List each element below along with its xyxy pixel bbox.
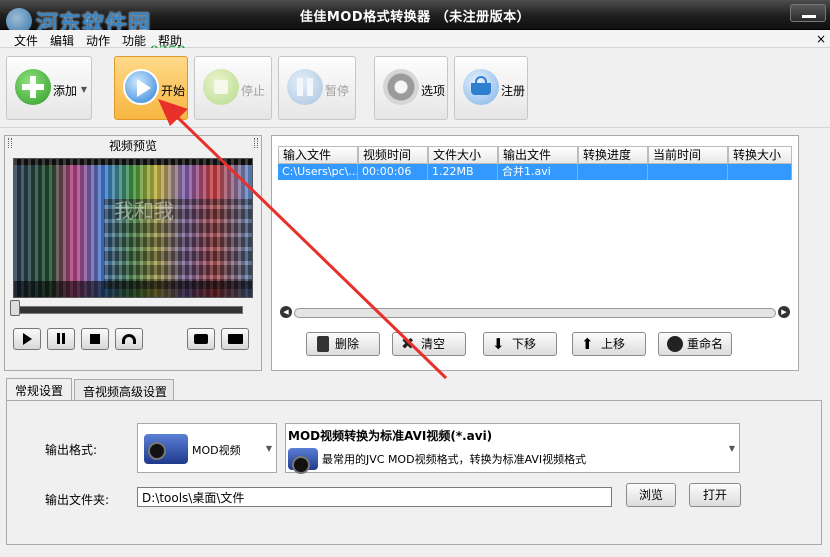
preview-title: 视频预览	[108, 139, 157, 153]
play-button[interactable]	[13, 328, 41, 350]
menu-edit[interactable]: 编辑	[50, 32, 74, 49]
column-current-time[interactable]: 当前时间	[648, 146, 728, 164]
arrow-up-icon: ⬆	[581, 335, 594, 353]
pause-icon	[287, 69, 323, 105]
add-plus-icon	[15, 69, 51, 105]
pause-button[interactable]: 暂停	[278, 56, 356, 120]
table-row[interactable]: C:\Users\pc\... 00:00:06 1.22MB 合并1.avi	[278, 164, 792, 180]
column-video-time[interactable]: 视频时间	[358, 146, 428, 164]
move-up-button[interactable]: ⬆ 上移	[572, 332, 646, 356]
cell-current-time	[648, 164, 728, 180]
open-button[interactable]: 打开	[689, 483, 741, 507]
volume-button[interactable]	[115, 328, 143, 350]
output-format-label: 输出格式:	[45, 443, 98, 457]
play-icon	[22, 333, 32, 345]
format-detail-dropdown-icon[interactable]: ▼	[729, 444, 735, 453]
horizontal-scrollbar[interactable]: ◀ ▶	[280, 306, 790, 320]
format-detail-select[interactable]: MOD视频转换为标准AVI视频(*.avi) 最常用的JVC MOD视频格式，转…	[285, 423, 740, 474]
rename-button-label: 重命名	[687, 337, 724, 351]
cell-video-time: 00:00:06	[358, 164, 428, 180]
tab-advanced-av-settings[interactable]: 音视频高级设置	[74, 379, 174, 401]
column-converted-size[interactable]: 转换大小	[728, 146, 792, 164]
minimize-button[interactable]	[790, 4, 826, 22]
snapshot-button[interactable]	[187, 328, 215, 350]
play-icon	[123, 69, 159, 105]
move-down-button[interactable]: ⬇ 下移	[483, 332, 557, 356]
browse-button[interactable]: 浏览	[626, 483, 676, 507]
scroll-left-icon[interactable]: ◀	[280, 306, 292, 318]
cell-file-size: 1.22MB	[428, 164, 498, 180]
column-file-size[interactable]: 文件大小	[428, 146, 498, 164]
options-button-label: 选项	[421, 84, 446, 98]
pause-icon	[57, 333, 65, 344]
camcorder-small-icon	[288, 448, 318, 474]
column-input-file[interactable]: 输入文件	[278, 146, 358, 164]
arrow-down-icon: ⬇	[492, 335, 505, 353]
options-button[interactable]: 选项	[374, 56, 448, 120]
rename-icon	[667, 336, 683, 352]
video-preview: 我和我	[13, 158, 253, 298]
seek-bar[interactable]	[13, 306, 243, 314]
folder-icon	[227, 334, 243, 344]
stop-icon	[90, 334, 100, 344]
scroll-right-icon[interactable]: ▶	[778, 306, 790, 318]
stop-button[interactable]: 停止	[194, 56, 272, 120]
stop-media-button[interactable]	[81, 328, 109, 350]
file-list-panel: 输入文件 视频时间 文件大小 输出文件 转换进度 当前时间 转换大小 C:\Us…	[271, 135, 799, 371]
add-button[interactable]: 添加 ▼	[6, 56, 92, 120]
camcorder-icon	[144, 434, 188, 464]
clear-button-label: 清空	[421, 337, 446, 351]
stop-button-label: 停止	[241, 84, 266, 98]
register-button-label: 注册	[501, 84, 526, 98]
scroll-track[interactable]	[294, 308, 776, 318]
cell-input-file: C:\Users\pc\...	[278, 164, 358, 180]
trash-icon	[317, 336, 329, 352]
delete-button-label: 删除	[335, 337, 360, 351]
column-output-file[interactable]: 输出文件	[498, 146, 578, 164]
menu-close-icon[interactable]: ×	[816, 32, 826, 46]
cell-output-file: 合并1.avi	[498, 164, 578, 180]
cell-progress	[578, 164, 648, 180]
toolbar: 添加 ▼ 开始 停止 暂停 选项 注册	[0, 48, 830, 128]
stop-icon	[203, 69, 239, 105]
move-up-button-label: 上移	[601, 337, 626, 351]
pause-media-button[interactable]	[47, 328, 75, 350]
move-down-button-label: 下移	[512, 337, 537, 351]
camera-icon	[194, 334, 208, 344]
format-name: MOD视频	[192, 444, 241, 457]
add-dropdown-icon[interactable]: ▼	[81, 85, 87, 94]
output-folder-input[interactable]	[137, 487, 612, 507]
format-title: MOD视频转换为标准AVI视频(*.avi)	[288, 429, 493, 443]
start-button-label: 开始	[161, 84, 186, 98]
menu-file[interactable]: 文件	[14, 32, 38, 49]
gear-icon	[383, 69, 419, 105]
format-select[interactable]: MOD视频 ▼	[137, 423, 277, 473]
clear-button[interactable]: ✖ 清空	[392, 332, 466, 356]
delete-button[interactable]: 删除	[306, 332, 380, 356]
settings-panel: 输出格式: MOD视频 ▼ MOD视频转换为标准AVI视频(*.avi) 最常用…	[6, 400, 822, 545]
add-button-label: 添加	[53, 84, 78, 98]
video-overlay-text: 我和我	[114, 199, 174, 223]
start-button[interactable]: 开始	[114, 56, 188, 120]
tab-general-settings[interactable]: 常规设置	[6, 378, 72, 401]
pause-button-label: 暂停	[325, 84, 350, 98]
preview-panel: 视频预览 我和我	[4, 135, 262, 371]
format-description: 最常用的JVC MOD视频格式，转换为标准AVI视频格式	[322, 453, 587, 466]
format-dropdown-icon[interactable]: ▼	[266, 444, 272, 453]
file-list-header: 输入文件 视频时间 文件大小 输出文件 转换进度 当前时间 转换大小	[278, 146, 792, 164]
rename-button[interactable]: 重命名	[658, 332, 732, 356]
open-folder-button[interactable]	[221, 328, 249, 350]
output-folder-label: 输出文件夹:	[45, 493, 110, 507]
clear-x-icon: ✖	[401, 334, 415, 353]
cell-converted-size	[728, 164, 792, 180]
basket-icon	[463, 69, 499, 105]
headphones-icon	[122, 334, 136, 344]
column-progress[interactable]: 转换进度	[578, 146, 648, 164]
register-button[interactable]: 注册	[454, 56, 528, 120]
seek-thumb[interactable]	[10, 300, 20, 316]
